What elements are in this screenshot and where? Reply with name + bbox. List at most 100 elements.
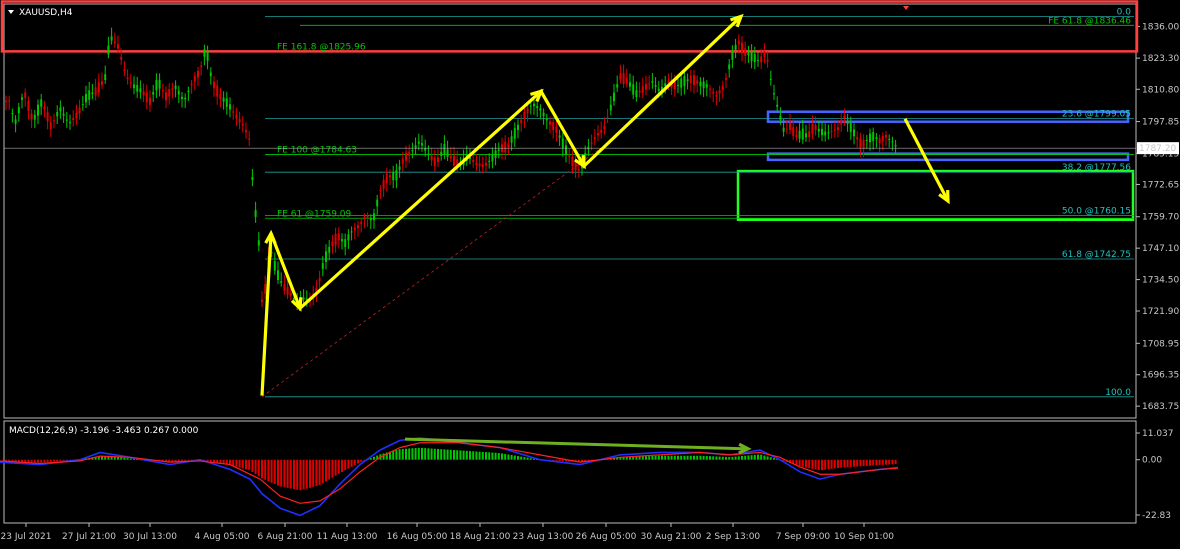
candle-body [728,64,731,70]
macd-histogram-bar [353,459,356,466]
time-axis-label: 27 Jul 21:00 [62,532,116,542]
candle-body [430,156,433,161]
candle-body [88,90,91,100]
candle-body [571,157,574,167]
candle-body [894,144,897,147]
macd-histogram-bar [699,455,702,460]
candle-body [814,125,817,131]
candle-body [504,141,507,153]
macd-histogram-bar [689,455,692,460]
candle-body [885,134,887,138]
candle-body [43,106,46,110]
candle-body [632,84,635,95]
fib-level-label: FE 100 @1784.63 [277,146,357,156]
candle-body [190,83,193,85]
macd-histogram-bar [510,454,513,460]
candle-body [673,81,676,90]
macd-histogram-bar [283,459,286,488]
macd-histogram-bar [894,459,897,465]
candle-body [683,76,686,87]
candle-body [251,177,254,181]
macd-histogram-bar [248,459,251,471]
candle-body [360,221,363,224]
macd-histogram-bar [321,459,324,484]
candle-body [833,129,836,131]
candle-body [440,151,443,156]
chevron-down-icon[interactable] [8,10,14,14]
candle-body [245,130,247,133]
candle-body [849,123,852,132]
macd-histogram-bar [837,459,839,468]
macd-title: MACD(12,26,9) -3.196 -3.463 0.267 0.000 [9,426,199,436]
price-axis-label: 1696.35 [1142,371,1179,381]
macd-histogram-bar [318,459,321,486]
macd-histogram-bar [683,455,686,460]
macd-histogram-bar [840,459,843,468]
dashed-trendline [261,148,601,398]
candle-body [689,75,692,84]
triangle-marker-icon [903,6,909,10]
macd-histogram-bar [760,454,763,460]
candle-body [117,44,119,49]
macd-histogram-bar [741,455,743,460]
candle-body [203,49,206,57]
macd-histogram-bar [491,452,494,460]
candle-body [878,138,881,144]
macd-line [0,437,899,517]
macd-histogram-bar [59,459,62,462]
candle-body [123,69,126,72]
macd-histogram-bar [507,454,510,460]
candle-body [485,162,487,166]
candle-body [827,132,830,134]
macd-histogram-bar [766,456,769,460]
macd-histogram-bar [856,459,859,467]
candle-body [798,130,801,139]
fib-level-label: FE 61.8 @1836.46 [1048,16,1131,26]
candle-body [408,151,411,156]
candle-body [257,240,260,246]
macd-histogram-bar [808,459,811,469]
macd-histogram-bar [865,459,868,466]
macd-histogram-bar [245,459,247,470]
macd-histogram-bar [475,451,478,460]
macd-histogram-bar [395,450,398,460]
candle-body [741,42,743,54]
candle-body [744,48,747,56]
candle-body [171,88,174,90]
macd-histogram-bar [408,448,411,460]
macd-histogram-bar [299,459,302,491]
candle-body [133,84,135,89]
candle-body [168,88,171,97]
macd-histogram-bar [421,447,423,460]
candle-body [757,60,759,62]
macd-histogram-bar [446,449,449,460]
candle-body [494,150,497,158]
macd-histogram-bar [369,458,372,460]
candle-body [526,108,529,113]
macd-pane-frame [3,420,1137,524]
candle-body [542,112,545,117]
candle-body [414,145,417,149]
candle-body [747,52,750,56]
macd-histogram-bar [485,452,487,460]
candle-body [69,122,71,124]
macd-histogram-bar [43,459,46,463]
macd-histogram-bar [529,458,532,460]
candle-body [197,70,199,78]
fib-level-label: 0.0 [1117,7,1132,17]
macd-histogram-bar [811,459,814,469]
candle-body [398,166,401,170]
candle-body [222,97,225,102]
candle-body [478,163,481,166]
macd-histogram-bar [254,459,257,475]
time-axis-label: 11 Aug 13:00 [317,532,378,542]
candle-body [350,231,353,233]
candle-body [776,104,779,107]
candle-body [808,131,811,138]
candle-body [369,218,372,221]
candle-body [225,98,228,107]
macd-histogram-bar [773,458,775,460]
candle-body [561,138,564,149]
candle-body [62,113,65,116]
candle-body [712,92,715,94]
